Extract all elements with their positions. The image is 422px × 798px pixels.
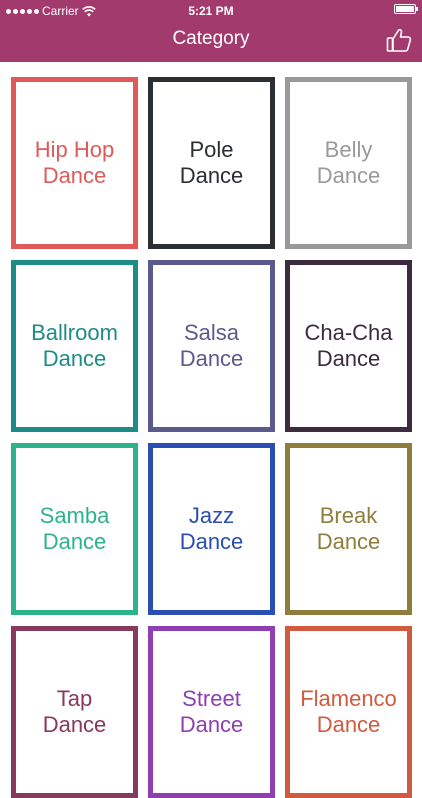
category-tile-break[interactable]: Break Dance — [285, 443, 412, 615]
category-tile-flamenco[interactable]: Flamenco Dance — [285, 626, 412, 798]
category-tile-tap[interactable]: Tap Dance — [11, 626, 138, 798]
category-label: Belly Dance — [316, 137, 381, 188]
page-title: Category — [172, 28, 250, 49]
category-label: Street Dance — [179, 686, 244, 737]
category-tile-jazz[interactable]: Jazz Dance — [148, 443, 275, 615]
category-label: Cha-Cha Dance — [304, 320, 393, 371]
category-tile-hip-hop[interactable]: Hip Hop Dance — [11, 77, 138, 249]
category-label: Salsa Dance — [179, 320, 244, 371]
status-right — [394, 4, 418, 14]
category-label: Samba Dance — [39, 503, 110, 554]
category-tile-pole[interactable]: Pole Dance — [148, 77, 275, 249]
category-label: Jazz Dance — [179, 503, 244, 554]
category-tile-cha-cha[interactable]: Cha-Cha Dance — [285, 260, 412, 432]
category-label: Ballroom Dance — [31, 320, 118, 371]
status-bar: Carrier 5:21 PM — [0, 0, 422, 22]
category-tile-ballroom[interactable]: Ballroom Dance — [11, 260, 138, 432]
battery-icon — [394, 4, 418, 14]
status-time: 5:21 PM — [188, 4, 234, 18]
category-tile-salsa[interactable]: Salsa Dance — [148, 260, 275, 432]
category-label: Break Dance — [316, 503, 381, 554]
category-label: Flamenco Dance — [300, 686, 397, 737]
category-tile-samba[interactable]: Samba Dance — [11, 443, 138, 615]
category-tile-belly[interactable]: Belly Dance — [285, 77, 412, 249]
nav-header: Carrier 5:21 PM Category — [0, 0, 422, 62]
category-tile-street[interactable]: Street Dance — [148, 626, 275, 798]
thumbs-up-icon[interactable] — [386, 27, 412, 53]
category-label: Pole Dance — [179, 137, 244, 188]
category-label: Tap Dance — [42, 686, 107, 737]
category-label: Hip Hop Dance — [34, 137, 115, 188]
